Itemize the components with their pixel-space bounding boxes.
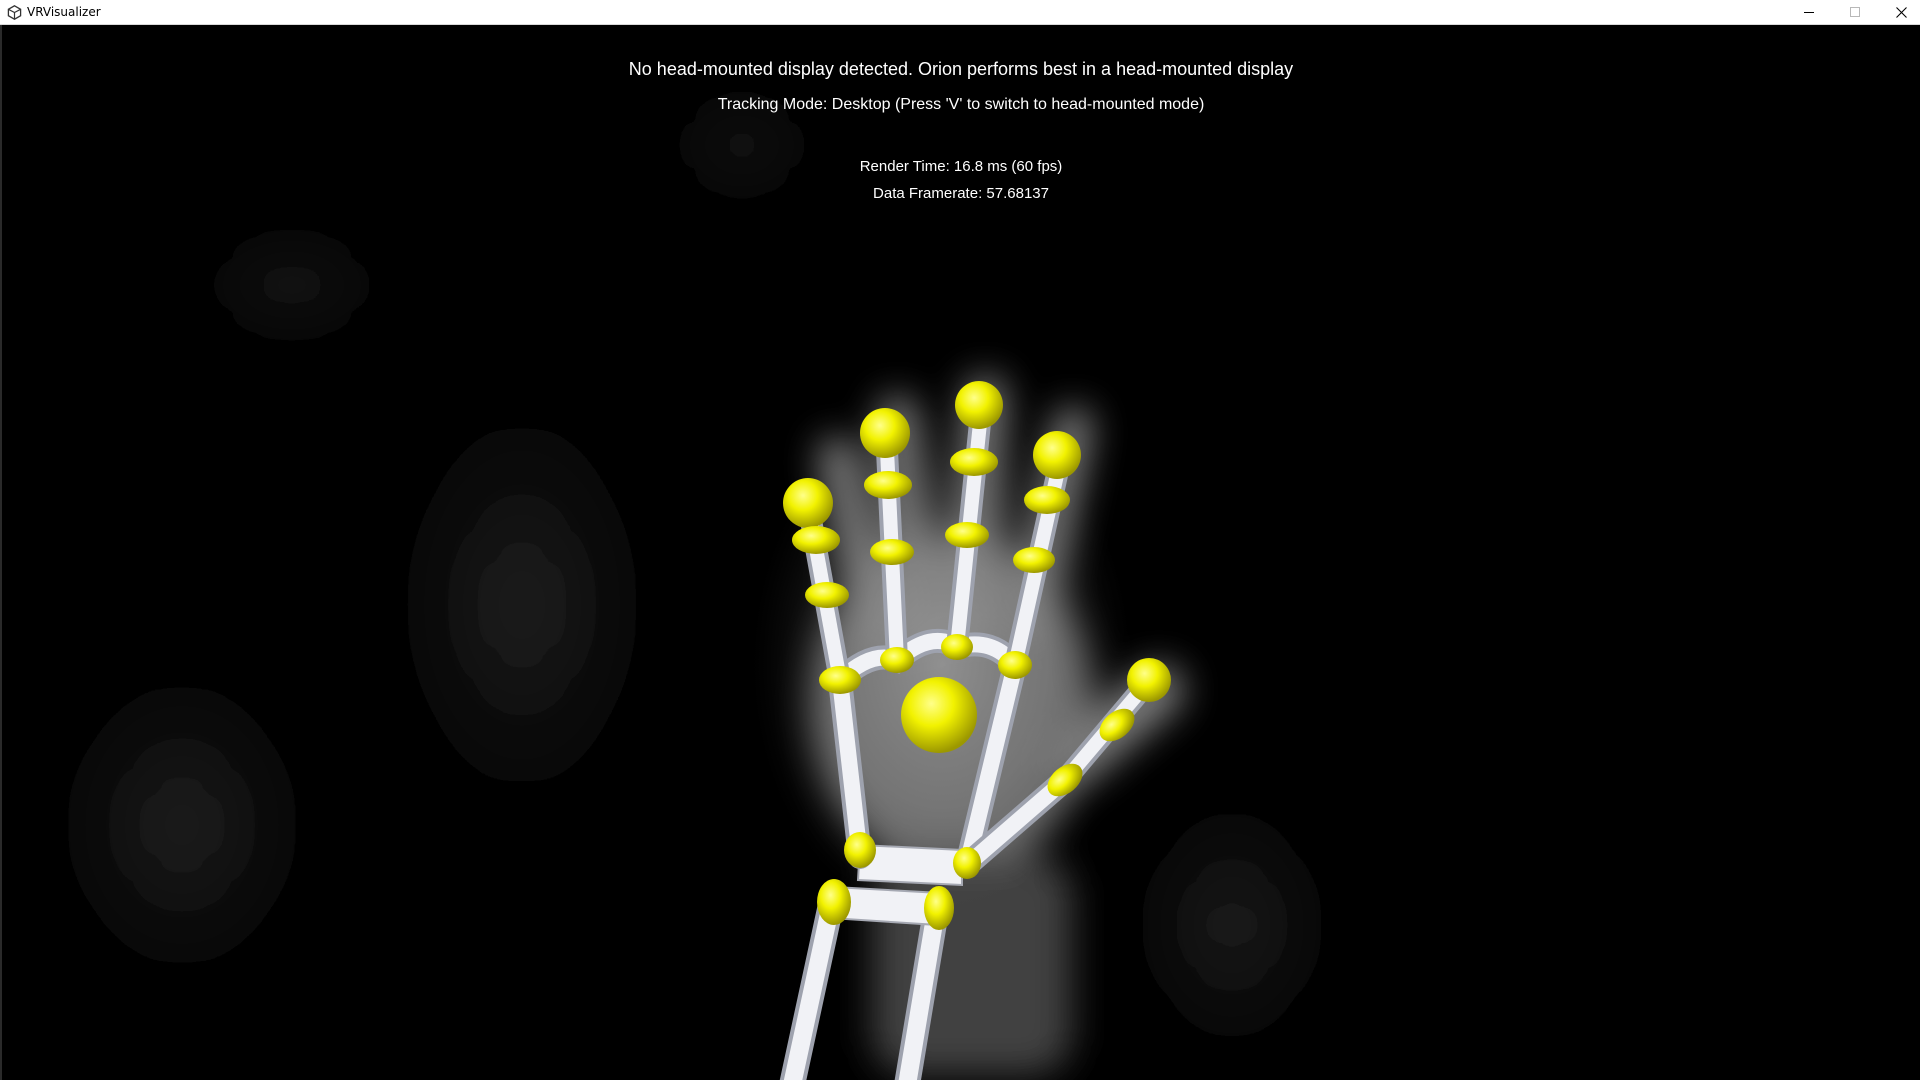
wrist-joint xyxy=(953,847,981,879)
camera-noise xyxy=(1112,765,1352,1080)
knuckle-joint xyxy=(998,651,1032,679)
data-framerate-text: Data Framerate: 57.68137 xyxy=(873,185,1049,202)
render-viewport[interactable]: No head-mounted display detected. Orion … xyxy=(2,25,1920,1080)
minimize-button[interactable] xyxy=(1786,0,1832,24)
close-button[interactable] xyxy=(1878,0,1920,24)
finger-joint xyxy=(805,582,849,608)
hmd-warning-text: No head-mounted display detected. Orion … xyxy=(628,59,1294,79)
render-time-text: Render Time: 16.8 ms (60 fps) xyxy=(859,158,1063,175)
unity-logo-icon xyxy=(7,5,22,20)
elbow-joint xyxy=(924,886,954,930)
finger-joint xyxy=(945,522,989,548)
window-title: VRVisualizer xyxy=(27,5,101,19)
minimize-icon xyxy=(1804,7,1814,17)
fingertip-joint xyxy=(860,408,910,458)
maximize-icon xyxy=(1850,7,1860,17)
fingertip-joint xyxy=(955,381,1003,429)
finger-joint xyxy=(1024,486,1070,514)
knuckle-joint xyxy=(880,647,914,673)
knuckle-joint xyxy=(819,666,861,694)
elbow-joint xyxy=(817,879,851,925)
fingertip-joint xyxy=(1033,431,1081,479)
maximize-button[interactable] xyxy=(1832,0,1878,24)
app-window: VRVisualizer No head-mounted display det… xyxy=(0,0,1920,1080)
close-icon xyxy=(1895,6,1907,18)
finger-joint xyxy=(1013,547,1055,573)
finger-joint xyxy=(792,526,840,554)
camera-noise xyxy=(172,225,412,345)
finger-joint xyxy=(870,539,914,565)
wrist-joint xyxy=(844,832,876,868)
finger-joint xyxy=(864,471,912,499)
palm-joint xyxy=(901,677,977,753)
knuckle-joint xyxy=(941,634,973,660)
fingertip-joint xyxy=(783,478,833,528)
tracking-mode-text: Tracking Mode: Desktop (Press 'V' to swi… xyxy=(717,96,1205,113)
fingertip-joint xyxy=(1127,658,1171,702)
camera-noise xyxy=(362,345,682,865)
camera-noise xyxy=(22,625,342,1025)
finger-joint xyxy=(950,448,998,476)
title-bar[interactable]: VRVisualizer xyxy=(0,0,1920,25)
